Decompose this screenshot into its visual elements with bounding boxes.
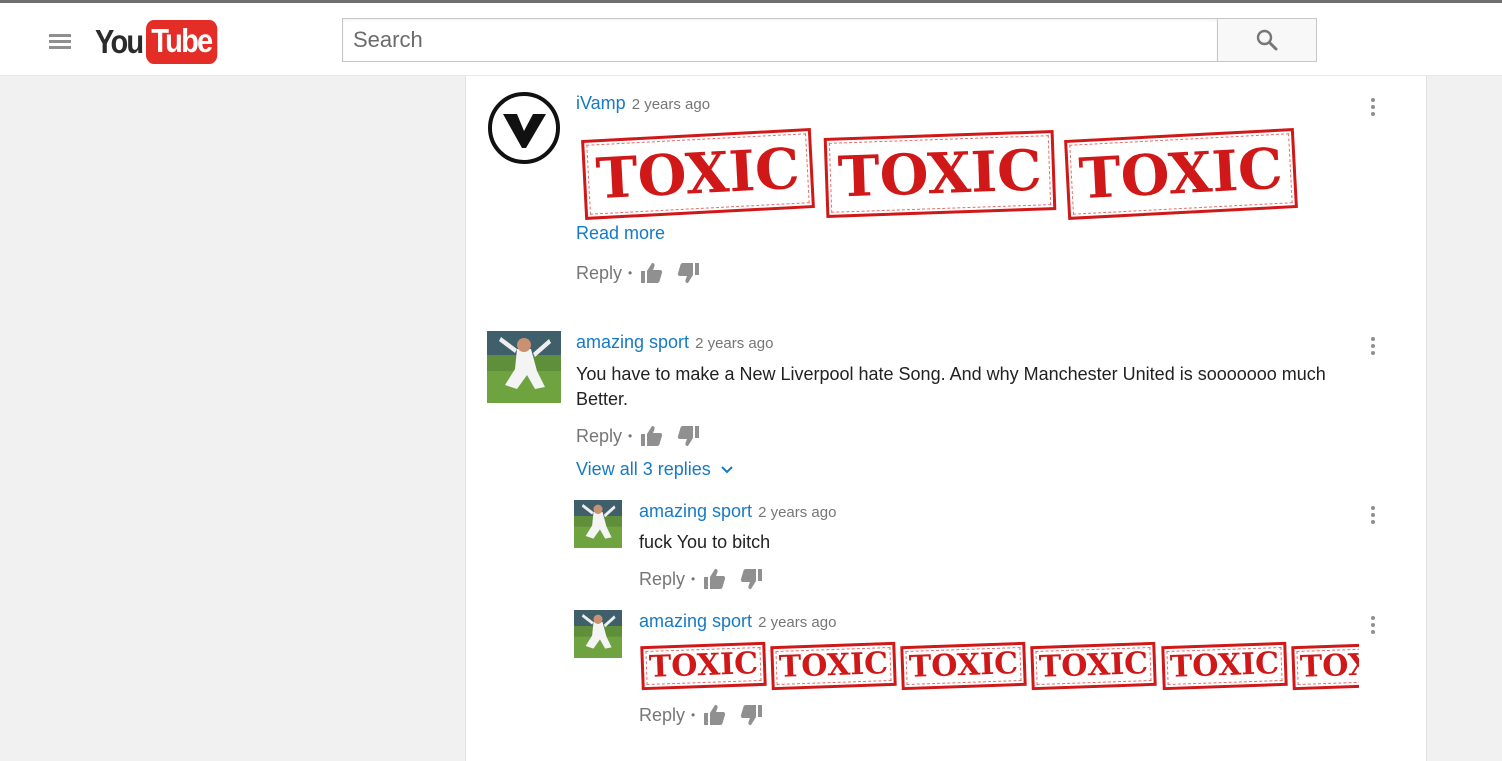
comment-header: amazing sport 2 years ago bbox=[576, 332, 773, 353]
reply-button[interactable]: Reply bbox=[576, 426, 622, 447]
view-replies-link[interactable]: View all 3 replies bbox=[576, 459, 734, 480]
toxic-stamp: TOXIC bbox=[1064, 128, 1298, 220]
comment-more-icon[interactable] bbox=[1370, 98, 1376, 120]
toxic-stamp: TOXIC bbox=[823, 130, 1056, 218]
thumbs-down-icon[interactable] bbox=[676, 262, 700, 284]
reply-actions: Reply • bbox=[639, 568, 775, 590]
reply-button[interactable]: Reply bbox=[639, 705, 685, 726]
toxic-stamp: TOXIC bbox=[1290, 641, 1359, 691]
reply-text: fuck You to bitch bbox=[639, 532, 771, 552]
thumbs-down-icon[interactable] bbox=[676, 425, 700, 447]
thumbs-down-icon[interactable] bbox=[739, 704, 763, 726]
separator-dot: • bbox=[691, 572, 696, 586]
toxic-stamp: TOXIC bbox=[640, 641, 767, 691]
football-player-avatar-icon bbox=[487, 331, 561, 403]
hamburger-menu-icon[interactable] bbox=[49, 34, 71, 50]
comment-text: You have to make a New Liverpool hate So… bbox=[576, 364, 1326, 409]
comment-timestamp[interactable]: 2 years ago bbox=[695, 335, 773, 352]
reply-actions: Reply • bbox=[639, 704, 775, 726]
reply-button[interactable]: Reply bbox=[639, 569, 685, 590]
thumbs-up-icon[interactable] bbox=[703, 704, 727, 726]
youtube-logo[interactable]: You Tube bbox=[95, 19, 227, 64]
football-player-avatar-icon bbox=[574, 500, 622, 548]
thumbs-down-icon[interactable] bbox=[739, 568, 763, 590]
toxic-stamp: TOXIC bbox=[1030, 641, 1158, 691]
reply-author[interactable]: amazing sport bbox=[639, 611, 752, 632]
comment-author[interactable]: amazing sport bbox=[576, 332, 689, 353]
reply-header: amazing sport 2 years ago bbox=[639, 501, 836, 522]
toxic-stamp: TOXIC bbox=[581, 128, 815, 220]
masthead: You Tube bbox=[0, 3, 1502, 76]
comment-actions: Reply • bbox=[576, 262, 712, 284]
reply-timestamp[interactable]: 2 years ago bbox=[758, 504, 836, 521]
comment-actions: Reply • bbox=[576, 425, 712, 447]
toxic-stamp: TOXIC bbox=[770, 641, 897, 691]
toxic-stamp: TOXIC bbox=[900, 641, 1028, 691]
toxic-image: TOXIC TOXIC TOXIC TOXIC TOXIC TOXIC bbox=[639, 638, 1359, 694]
separator-dot: • bbox=[628, 266, 633, 280]
search-input[interactable] bbox=[343, 19, 1217, 61]
logo-you-text: You bbox=[95, 22, 144, 60]
logo-tube-text: Tube bbox=[145, 19, 218, 64]
chevron-down-icon bbox=[721, 465, 733, 473]
avatar[interactable] bbox=[487, 331, 561, 403]
reply-button[interactable]: Reply bbox=[576, 263, 622, 284]
reply-author[interactable]: amazing sport bbox=[639, 501, 752, 522]
read-more-link[interactable]: Read more bbox=[576, 223, 665, 244]
comments-panel: iVamp 2 years ago TOXIC TOXIC TOXIC Read m… bbox=[465, 76, 1427, 761]
thumbs-up-icon[interactable] bbox=[703, 568, 727, 590]
comment-author[interactable]: iVamp bbox=[576, 93, 626, 114]
football-player-avatar-icon bbox=[574, 610, 622, 658]
avatar[interactable] bbox=[574, 610, 622, 658]
reply-more-icon[interactable] bbox=[1370, 616, 1376, 638]
separator-dot: • bbox=[628, 429, 633, 443]
view-replies-label: View all 3 replies bbox=[576, 459, 711, 479]
avatar[interactable] bbox=[487, 91, 561, 165]
comment-timestamp[interactable]: 2 years ago bbox=[632, 96, 710, 113]
avatar[interactable] bbox=[574, 500, 622, 548]
search-button[interactable] bbox=[1217, 18, 1317, 62]
separator-dot: • bbox=[691, 708, 696, 722]
reply-more-icon[interactable] bbox=[1370, 506, 1376, 528]
reply-timestamp[interactable]: 2 years ago bbox=[758, 614, 836, 631]
comment-header: iVamp 2 years ago bbox=[576, 93, 710, 114]
ivamp-logo-icon bbox=[488, 92, 560, 164]
thumbs-up-icon[interactable] bbox=[640, 425, 664, 447]
search-icon bbox=[1256, 29, 1278, 51]
thumbs-up-icon[interactable] bbox=[640, 262, 664, 284]
toxic-image: TOXIC TOXIC TOXIC bbox=[579, 124, 1359, 220]
toxic-stamp: TOXIC bbox=[1160, 641, 1288, 691]
reply-header: amazing sport 2 years ago bbox=[639, 611, 836, 632]
comment-more-icon[interactable] bbox=[1370, 337, 1376, 359]
search-field[interactable] bbox=[342, 18, 1218, 62]
